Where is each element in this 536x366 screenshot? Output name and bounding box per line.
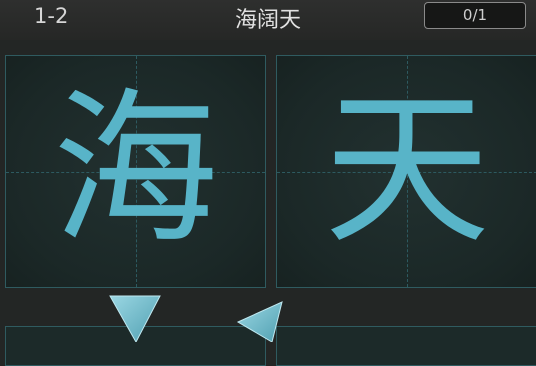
triangle-right-icon — [236, 301, 283, 343]
progress-counter[interactable]: 0/1 — [424, 2, 526, 29]
character-board-4-partial[interactable] — [276, 326, 536, 366]
previous-button[interactable] — [104, 292, 164, 344]
character-glyph: 海 — [52, 74, 219, 267]
top-bar: 1-2 海阔天 0/1 — [0, 0, 536, 40]
next-button[interactable] — [230, 292, 290, 343]
character-glyph: 天 — [324, 74, 490, 267]
character-board-2[interactable]: 天 — [276, 55, 536, 288]
triangle-left-icon — [109, 295, 161, 344]
character-board-1[interactable]: 海 — [5, 55, 266, 288]
